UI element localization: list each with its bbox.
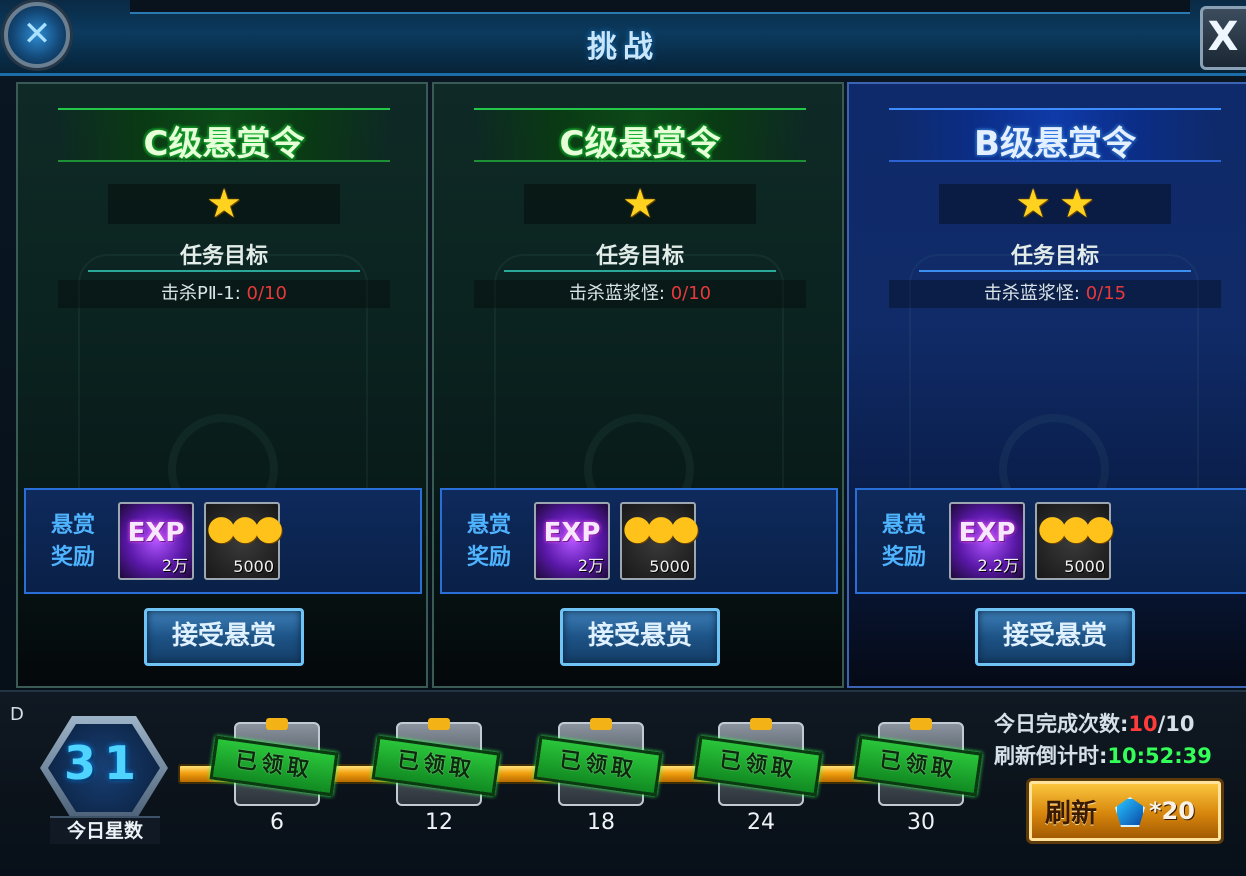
star-icon: ★: [1015, 181, 1051, 227]
daily-star-count: 31: [63, 736, 144, 790]
gem-currency-icon: [1115, 797, 1145, 827]
gold-amount: 5000: [233, 557, 274, 576]
objective-label: 任务目标: [504, 238, 776, 272]
completed-total: /10: [1157, 712, 1195, 736]
milestone-value: 24: [747, 810, 775, 835]
objective-progress: 0/10: [670, 283, 712, 304]
close-button[interactable]: X: [1200, 6, 1246, 70]
grade-title: C级悬赏令: [559, 124, 721, 164]
refresh-cost: *20: [1149, 797, 1195, 825]
objective-text: 击杀蓝浆怪:: [983, 283, 1080, 304]
milestone-chest[interactable]: 已领取 30: [853, 718, 983, 838]
reward-row: 悬赏 奖励 EXP 2万 ●●● 5000: [440, 488, 838, 594]
reward-label: 悬赏 奖励: [40, 510, 106, 574]
grade-title: C级悬赏令: [143, 124, 305, 164]
accept-bounty-button[interactable]: 接受悬赏: [975, 608, 1135, 666]
gold-coins-icon: ●●●: [1037, 508, 1114, 548]
gold-amount: 5000: [1064, 557, 1105, 576]
objective-text: 击杀PⅡ-1:: [161, 283, 241, 304]
objective-label: 任务目标: [88, 238, 360, 272]
objective-progress: 0/15: [1085, 283, 1127, 304]
gold-reward[interactable]: ●●● 5000: [620, 502, 700, 580]
exp-amount: 2万: [161, 556, 188, 575]
bounty-card-c-2: C级悬赏令 ★ 任务目标 击杀蓝浆怪: 0/10 悬赏 奖励 EXP 2万 ●●…: [432, 82, 844, 688]
title-bar-top-strip: [130, 0, 1190, 14]
countdown-value: 10:52:39: [1107, 744, 1212, 768]
reward-row: 悬赏 奖励 EXP 2.2万 ●●● 5000: [855, 488, 1246, 594]
reward-row: 悬赏 奖励 EXP 2万 ●●● 5000: [24, 488, 422, 594]
corner-mark: D: [10, 704, 24, 725]
star-rating: ★: [524, 184, 756, 224]
objective-label: 任务目标: [919, 238, 1191, 272]
accept-bounty-button[interactable]: 接受悬赏: [144, 608, 304, 666]
objective-progress: 0/10: [246, 283, 287, 304]
milestone-chest[interactable]: 已领取 18: [533, 718, 663, 838]
exp-reward[interactable]: EXP 2万: [534, 502, 610, 580]
refresh-button[interactable]: 刷新 *20: [1026, 778, 1224, 844]
exp-icon: EXP: [543, 518, 601, 548]
exp-icon: EXP: [127, 518, 185, 548]
gold-reward[interactable]: ●●● 5000: [1035, 502, 1115, 580]
objective-text: 击杀蓝浆怪:: [568, 283, 665, 304]
objective-line: 击杀蓝浆怪: 0/10: [474, 280, 806, 308]
exp-reward[interactable]: EXP 2万: [118, 502, 194, 580]
star-rating: ★ ★: [939, 184, 1171, 224]
reward-label-line-2: 奖励: [881, 545, 926, 570]
reward-label-line-2: 奖励: [50, 545, 95, 570]
reward-label-line-1: 悬赏: [50, 513, 95, 538]
exp-amount: 2万: [577, 556, 604, 575]
grade-title: B级悬赏令: [974, 124, 1136, 164]
milestone-value: 18: [587, 810, 615, 835]
daily-star-panel: D 31 今日星数 已领取 6 已领取 12 已领取 18 已领取 24 已领取: [0, 690, 1246, 876]
bounty-card-c-1: C级悬赏令 ★ 任务目标 击杀PⅡ-1: 0/10 悬赏 奖励 EXP 2万 ●…: [16, 82, 428, 688]
gold-coins-icon: ●●●: [206, 508, 283, 548]
star-icon: ★: [206, 181, 242, 227]
refresh-countdown-line: 刷新倒计时:10:52:39: [994, 740, 1246, 772]
title-bar: ✕ 挑战 X: [0, 0, 1246, 76]
challenge-window: ✕ 挑战 X C级悬赏令 ★ 任务目标 击杀PⅡ-1: 0/10 悬赏 奖励 E…: [0, 0, 1246, 876]
milestone-chest[interactable]: 已领取 6: [209, 718, 339, 838]
bounty-cards: C级悬赏令 ★ 任务目标 击杀PⅡ-1: 0/10 悬赏 奖励 EXP 2万 ●…: [16, 82, 1246, 688]
refresh-label: 刷新: [1045, 799, 1098, 829]
milestone-chest[interactable]: 已领取 24: [693, 718, 823, 838]
milestone-value: 30: [907, 810, 935, 835]
milestone-chest[interactable]: 已领取 12: [371, 718, 501, 838]
grade-banner: C级悬赏令: [474, 108, 806, 164]
grade-banner: C级悬赏令: [58, 108, 390, 164]
daily-stats: 今日完成次数:10/10 刷新倒计时:10:52:39: [994, 708, 1246, 772]
star-icon: ★: [622, 181, 658, 227]
gold-amount: 5000: [649, 557, 690, 576]
reward-label: 悬赏 奖励: [871, 510, 937, 574]
reward-label-line-1: 悬赏: [466, 513, 511, 538]
exp-amount: 2.2万: [977, 556, 1019, 575]
completed-done: 10: [1128, 712, 1158, 736]
exp-reward[interactable]: EXP 2.2万: [949, 502, 1025, 580]
milestone-value: 6: [270, 810, 284, 835]
bounty-card-b: B级悬赏令 ★ ★ 任务目标 击杀蓝浆怪: 0/15 悬赏 奖励 EXP 2.2万: [847, 82, 1246, 688]
gold-coins-icon: ●●●: [622, 508, 699, 548]
objective-line: 击杀PⅡ-1: 0/10: [58, 280, 390, 308]
objective-line: 击杀蓝浆怪: 0/15: [889, 280, 1221, 308]
reward-label: 悬赏 奖励: [456, 510, 522, 574]
window-title: 挑战: [587, 30, 659, 65]
completed-label: 今日完成次数:: [994, 712, 1129, 736]
grade-banner: B级悬赏令: [889, 108, 1221, 164]
reward-label-line-2: 奖励: [466, 545, 511, 570]
star-rating: ★: [108, 184, 340, 224]
exp-icon: EXP: [958, 518, 1016, 548]
completed-count-line: 今日完成次数:10/10: [994, 708, 1246, 740]
daily-star-label: 今日星数: [50, 816, 160, 844]
accept-bounty-button[interactable]: 接受悬赏: [560, 608, 720, 666]
gold-reward[interactable]: ●●● 5000: [204, 502, 284, 580]
milestone-value: 12: [425, 810, 453, 835]
star-icon: ★: [1059, 181, 1095, 227]
countdown-label: 刷新倒计时:: [994, 744, 1108, 768]
reward-label-line-1: 悬赏: [881, 513, 926, 538]
